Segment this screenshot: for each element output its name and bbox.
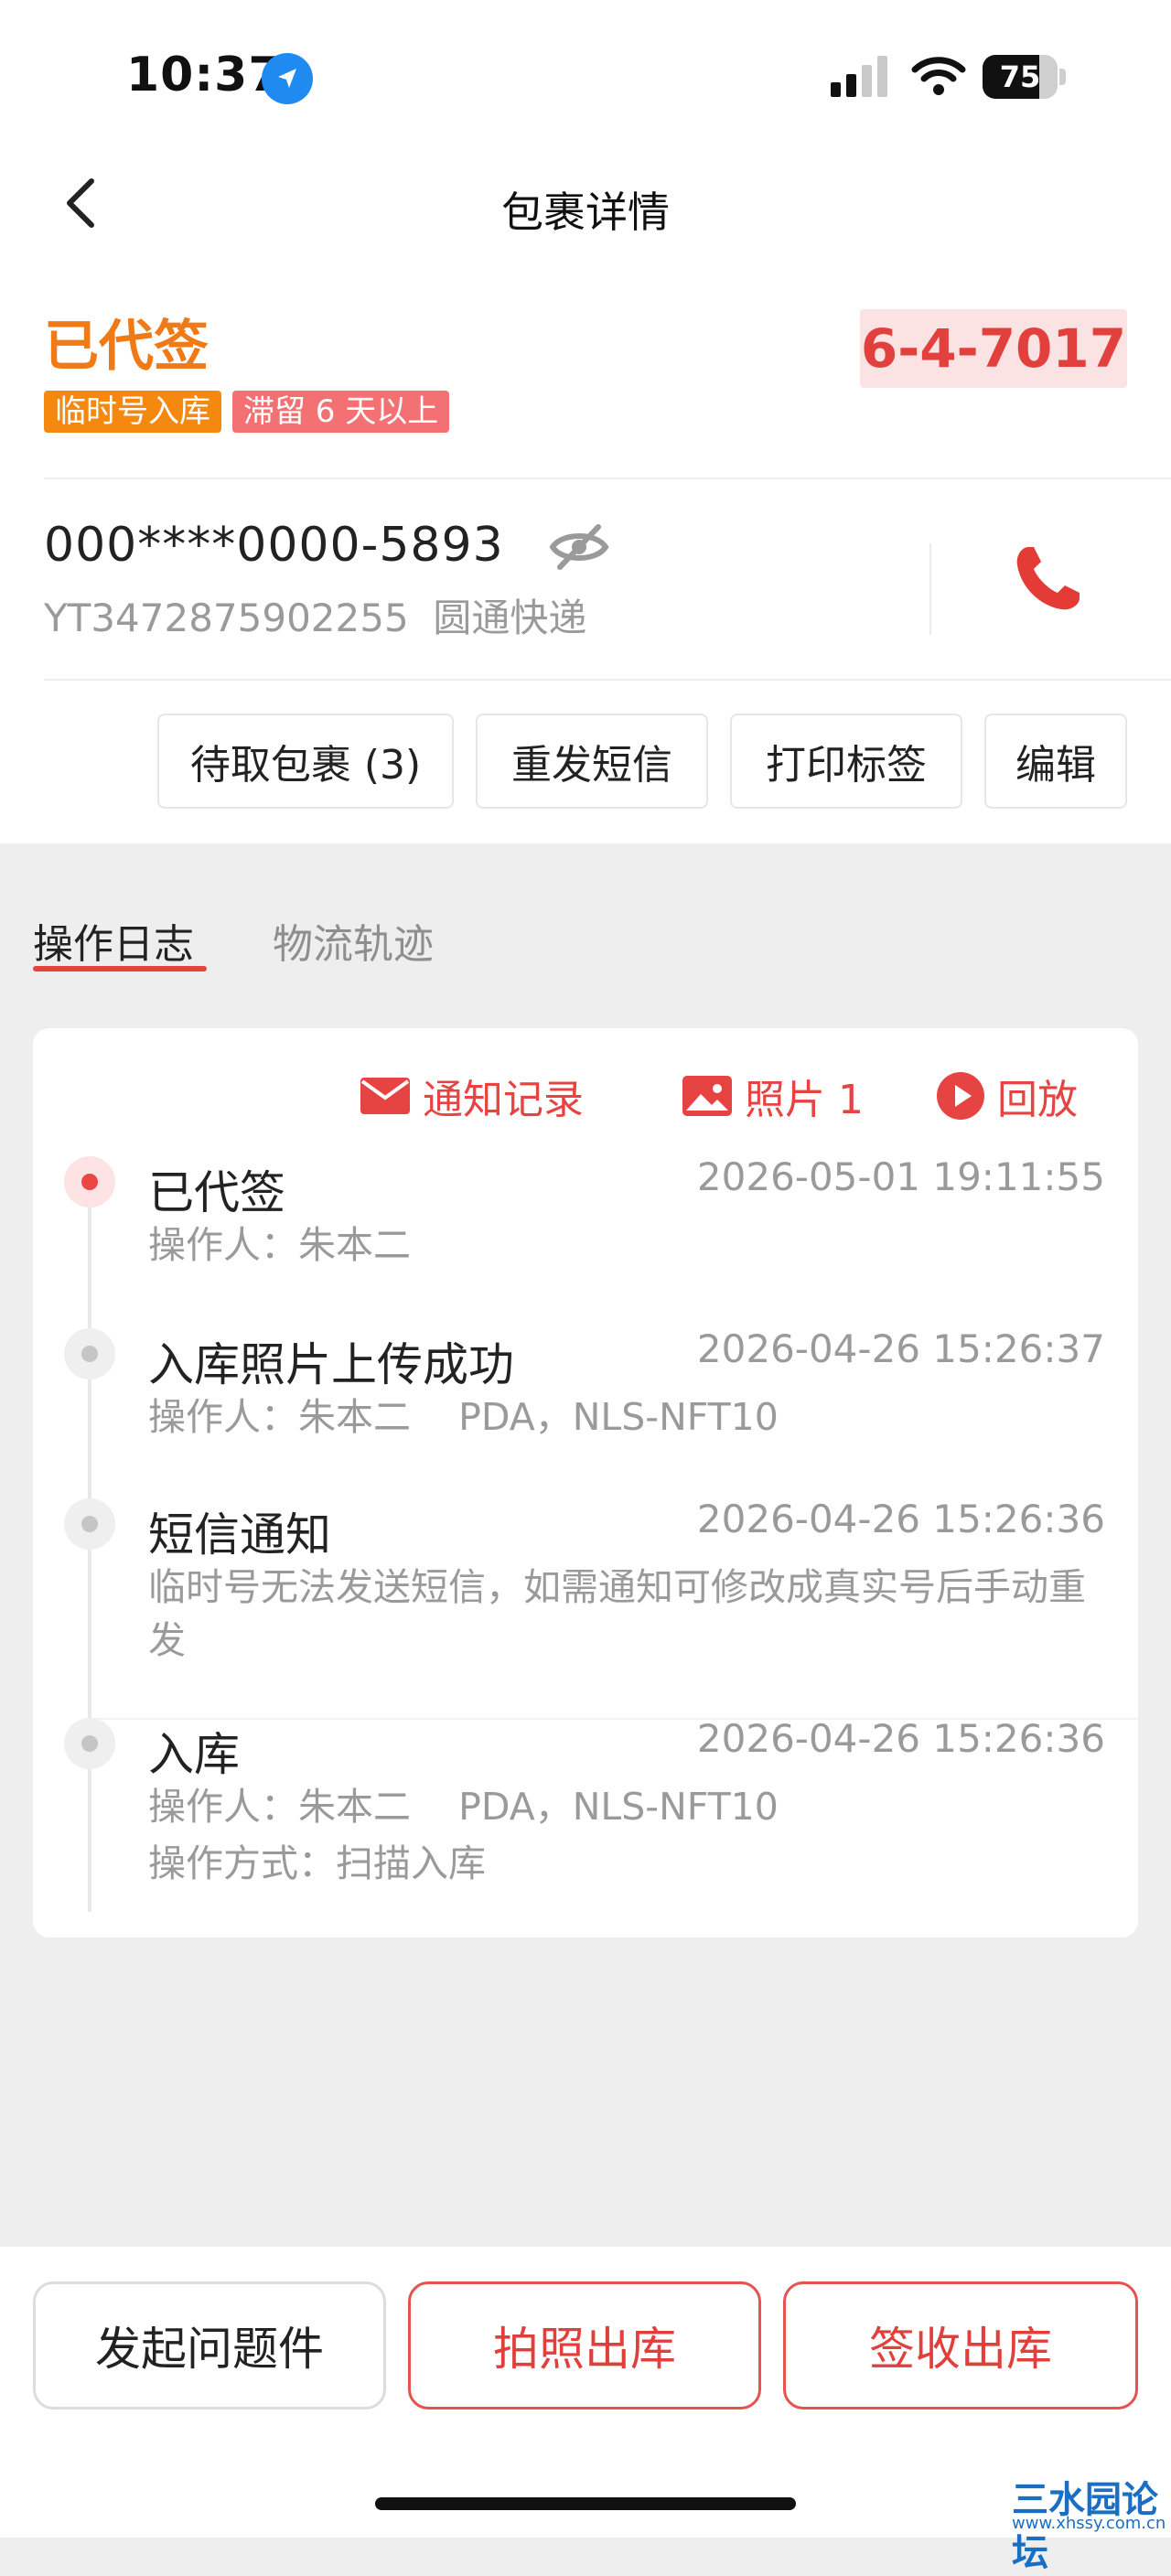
active-tab-indicator xyxy=(33,966,207,971)
battery-icon: 75 xyxy=(983,55,1067,99)
sign-checkout-button[interactable]: 签收出库 xyxy=(783,2281,1138,2410)
divider xyxy=(44,478,1171,479)
tab-logistics-tracking[interactable]: 物流轨迹 xyxy=(273,911,434,970)
tracking-number: YT3472875902255 xyxy=(44,596,409,640)
vertical-divider xyxy=(929,543,931,635)
watermark-url: www.xhssy.com.cn xyxy=(1012,2514,1166,2533)
recipient-phone: 000****0000-5893 xyxy=(44,518,504,573)
log-detail: 操作人：朱本二 PDA，NLS-NFT10 xyxy=(148,1395,779,1439)
resend-sms-button[interactable]: 重发短信 xyxy=(476,714,708,809)
log-time: 2026-04-26 15:26:36 xyxy=(696,1497,1105,1541)
timeline-dot xyxy=(64,1328,115,1379)
play-icon xyxy=(937,1072,984,1120)
courier-name: 圆通快递 xyxy=(433,596,587,640)
photo-checkout-button[interactable]: 拍照出库 xyxy=(408,2281,761,2410)
tag-overdue: 滞留 6 天以上 xyxy=(232,391,450,433)
wifi-icon xyxy=(911,53,966,97)
tab-operation-log[interactable]: 操作日志 xyxy=(33,911,194,970)
photo-label: 照片 1 xyxy=(745,1077,864,1123)
log-title: 入库 xyxy=(148,1728,240,1781)
log-title: 入库照片上传成功 xyxy=(148,1338,514,1391)
report-issue-button[interactable]: 发起问题件 xyxy=(33,2281,386,2410)
log-detail: 操作人：朱本二 PDA，NLS-NFT10 xyxy=(148,1785,779,1829)
timeline-dot xyxy=(64,1498,115,1550)
tag-temporary-number: 临时号入库 xyxy=(44,391,221,433)
tracking-info: YT3472875902255 圆通快递 xyxy=(44,587,586,643)
log-time: 2026-05-01 19:11:55 xyxy=(696,1154,1105,1199)
log-detail: 操作方式：扫描入库 xyxy=(148,1841,486,1885)
edit-button[interactable]: 编辑 xyxy=(984,714,1127,809)
timeline-dot-active xyxy=(64,1156,115,1208)
photo-icon xyxy=(682,1076,732,1116)
status-time: 10:37 xyxy=(126,48,283,102)
mail-icon xyxy=(360,1078,410,1114)
watermark: 三水园论坛 www.xhssy.com.cn xyxy=(1012,2470,1167,2574)
log-title: 短信通知 xyxy=(148,1508,331,1562)
timeline-dot xyxy=(64,1718,115,1769)
print-label-button[interactable]: 打印标签 xyxy=(730,714,962,809)
package-status: 已代签 xyxy=(44,315,209,379)
log-detail: 临时号无法发送短信，如需通知可修改成真实号后手动重发 xyxy=(148,1565,1086,1662)
log-detail: 操作人：朱本二 xyxy=(148,1223,411,1267)
replay-label: 回放 xyxy=(997,1077,1078,1123)
shelf-code-badge: 6-4-7017 xyxy=(860,309,1127,388)
log-title: 已代签 xyxy=(148,1166,285,1219)
cell-signal-icon xyxy=(829,55,893,97)
divider xyxy=(44,679,1171,681)
battery-percentage: 75 xyxy=(999,59,1041,94)
replay-link[interactable]: 回放 xyxy=(935,1067,1078,1125)
page-title: 包裹详情 xyxy=(501,188,670,237)
eye-off-icon[interactable] xyxy=(547,521,611,573)
notification-records-link[interactable]: 通知记录 xyxy=(359,1067,584,1125)
pending-packages-button[interactable]: 待取包裹 (3) xyxy=(157,714,454,809)
photo-link[interactable]: 照片 1 xyxy=(681,1067,864,1125)
phone-icon[interactable] xyxy=(1008,540,1087,618)
home-indicator xyxy=(375,2497,796,2510)
log-time: 2026-04-26 15:26:37 xyxy=(696,1326,1105,1371)
notification-records-label: 通知记录 xyxy=(423,1077,584,1123)
log-time: 2026-04-26 15:26:36 xyxy=(696,1716,1105,1761)
location-arrow-icon xyxy=(262,53,313,104)
